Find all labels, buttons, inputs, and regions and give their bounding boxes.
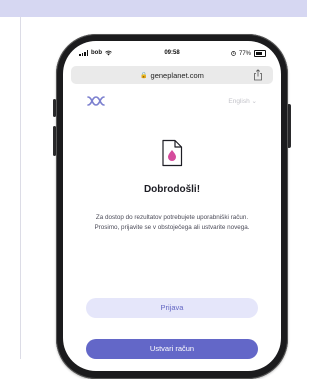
welcome-title: Dobrodošli! bbox=[143, 184, 201, 195]
welcome-description: Za dostop do rezultatov potrebujete upor… bbox=[94, 214, 250, 231]
share-icon[interactable] bbox=[253, 69, 263, 81]
chevron-down-icon: ⌄ bbox=[251, 98, 257, 105]
header-band bbox=[0, 0, 307, 17]
language-label: English bbox=[228, 98, 250, 105]
create-account-button[interactable]: Ustvari račun bbox=[86, 339, 258, 359]
status-right: 77% bbox=[231, 50, 266, 57]
geneplanet-logo-icon[interactable] bbox=[87, 95, 105, 107]
language-selector[interactable]: English ⌄ bbox=[228, 97, 257, 105]
battery-icon bbox=[254, 50, 266, 57]
status-bar: bob 09:58 77% bbox=[63, 41, 281, 65]
divider-line bbox=[20, 17, 21, 359]
alarm-icon bbox=[231, 51, 236, 56]
lock-icon: 🔒 bbox=[140, 72, 148, 79]
document-icon bbox=[162, 139, 183, 167]
battery-percent: 77% bbox=[238, 50, 251, 57]
login-button[interactable]: Prijava bbox=[86, 298, 258, 318]
app-header: English ⌄ bbox=[63, 93, 281, 111]
address-bar[interactable]: 🔒 geneplanet.com bbox=[71, 66, 273, 84]
url-text: geneplanet.com bbox=[150, 70, 204, 80]
phone-screen: bob 09:58 77% 🔒 geneplanet.com English ⌄… bbox=[63, 41, 281, 371]
